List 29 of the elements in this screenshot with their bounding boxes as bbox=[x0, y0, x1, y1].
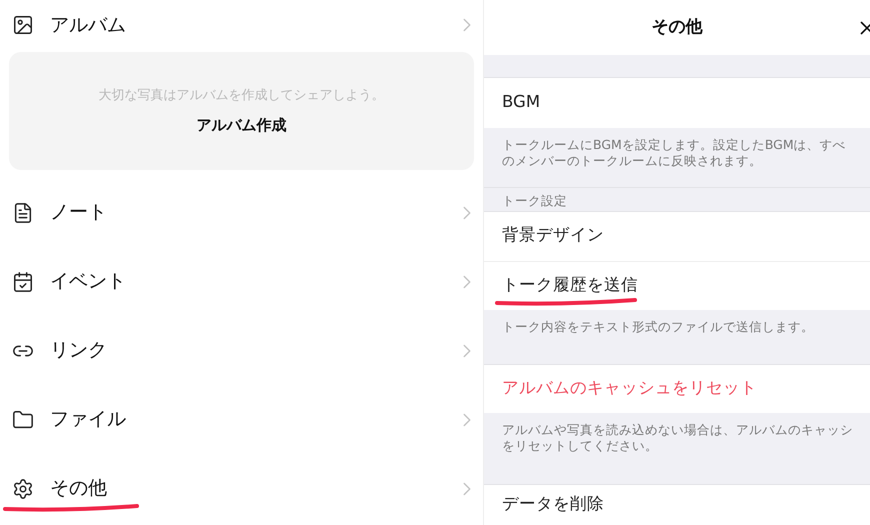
folder-icon bbox=[12, 408, 34, 430]
create-album-button[interactable]: アルバム作成 bbox=[196, 114, 286, 136]
description-text: アルバムや写真を読み込めない場合は、アルバムのキャッシ をリセットしてください。 bbox=[502, 422, 854, 454]
section-header: トーク設定 bbox=[502, 193, 567, 208]
row-label: 背景デザイン bbox=[502, 224, 604, 246]
calendar-icon bbox=[12, 270, 34, 292]
row-label: データを削除 bbox=[502, 492, 604, 515]
header-title: その他 bbox=[652, 16, 702, 39]
row-label: アルバムのキャッシュをリセット bbox=[502, 376, 757, 399]
row-label: BGM bbox=[502, 90, 540, 113]
menu-row[interactable]: ノート bbox=[0, 178, 483, 247]
menu-row[interactable]: その他 bbox=[0, 454, 483, 523]
settings-icon bbox=[12, 478, 34, 500]
row-label: ノート bbox=[50, 200, 108, 226]
description-text: トークルームにBGMを設定します。設定したBGMは、すべ のメンバーのトークルームに反映されます。 bbox=[502, 137, 847, 169]
row-label: ファイル bbox=[50, 407, 127, 432]
note-icon bbox=[12, 202, 34, 224]
image-icon bbox=[12, 14, 34, 36]
row-label: その他 bbox=[50, 476, 108, 502]
row-label: リンク bbox=[50, 338, 108, 364]
menu-row[interactable]: ファイル bbox=[0, 385, 483, 454]
row-label: トーク履歴を送信 bbox=[502, 272, 638, 300]
menu-row[interactable]: リンク bbox=[0, 316, 483, 385]
card-message: 大切な写真はアルバムを作成してシェアしよう。 bbox=[98, 87, 384, 105]
menu-row[interactable]: イベント bbox=[0, 247, 483, 316]
description-text: トーク内容をテキスト形式のファイルで送信します。 bbox=[502, 319, 815, 335]
row-label: アルバム bbox=[50, 12, 127, 38]
row-label: イベント bbox=[50, 269, 127, 294]
menu-row[interactable]: アルバム bbox=[0, 0, 483, 50]
